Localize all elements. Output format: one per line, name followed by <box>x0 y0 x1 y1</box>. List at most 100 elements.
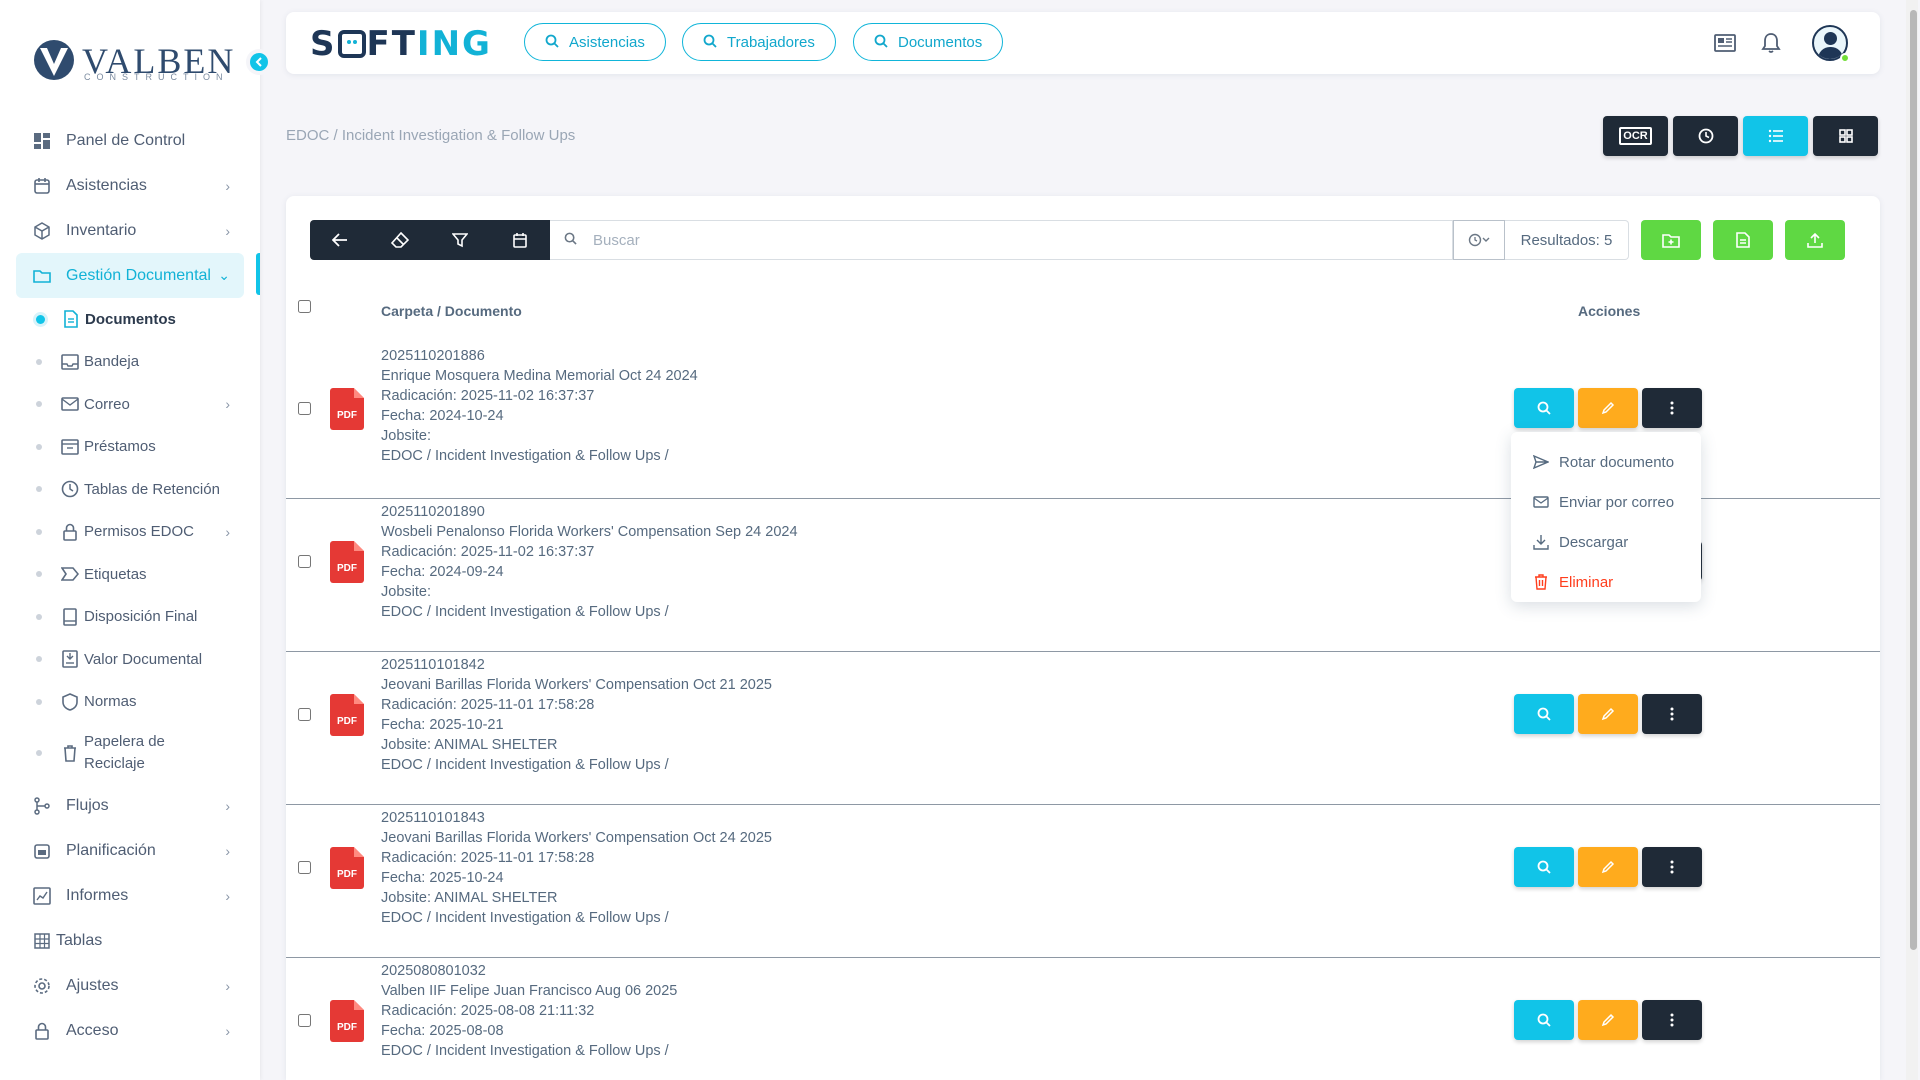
row-checkbox[interactable] <box>298 1014 311 1027</box>
pencil-icon <box>1601 860 1615 874</box>
document-fecha: Fecha: 2024-10-24 <box>381 408 504 424</box>
row-checkbox[interactable] <box>298 402 311 415</box>
new-document-button[interactable] <box>1713 220 1773 260</box>
sidebar-subitem-papelera[interactable]: Papelera de Reciclaje <box>36 723 244 783</box>
search-input[interactable] <box>593 231 1293 249</box>
edit-document-button[interactable] <box>1578 847 1638 887</box>
softing-logo[interactable]: S FTING <box>310 24 492 64</box>
sidebar-subitem-tablas-retencion[interactable]: Tablas de Retención <box>36 468 244 511</box>
upload-button[interactable] <box>1785 220 1845 260</box>
clear-filters-button[interactable] <box>370 220 430 260</box>
more-options-button[interactable] <box>1642 847 1702 887</box>
pencil-icon <box>1601 707 1615 721</box>
sidebar-item-planificacion[interactable]: Planificación › <box>16 828 244 873</box>
sidebar-item-informes[interactable]: Informes › <box>16 873 244 918</box>
view-document-button[interactable] <box>1514 847 1574 887</box>
more-options-button[interactable] <box>1642 388 1702 428</box>
scrollbar-thumb[interactable] <box>1910 10 1917 950</box>
sidebar-subitem-disposicion-final[interactable]: Disposición Final <box>36 596 244 639</box>
edit-document-button[interactable] <box>1578 1000 1638 1040</box>
search-history-dropdown[interactable] <box>1453 220 1505 260</box>
mail-icon <box>1533 496 1549 508</box>
document-code[interactable]: 2025080801032 <box>381 961 677 981</box>
back-button[interactable] <box>310 220 370 260</box>
view-document-button[interactable] <box>1514 694 1574 734</box>
view-document-button[interactable] <box>1514 1000 1574 1040</box>
sidebar-subitem-correo[interactable]: Correo › <box>36 383 244 426</box>
bullet <box>36 314 45 324</box>
view-document-button[interactable] <box>1514 388 1574 428</box>
bullet <box>36 443 42 450</box>
download-box-icon <box>60 649 80 669</box>
document-fecha: Fecha: 2025-10-21 <box>381 717 504 733</box>
sidebar-subitem-documentos[interactable]: Documentos <box>36 298 244 341</box>
sidebar-item-acceso[interactable]: Acceso › <box>16 1008 244 1053</box>
results-count: Resultados: 5 <box>1505 220 1629 260</box>
search-icon <box>1537 401 1551 415</box>
sidebar-subitem-prestamos[interactable]: Préstamos <box>36 426 244 469</box>
filter-icon <box>452 233 468 248</box>
document-code[interactable]: 2025110201886 <box>381 346 698 366</box>
sidebar-item-gestion-documental[interactable]: Gestión Documental ⌄ <box>16 253 260 298</box>
list-view-button[interactable] <box>1743 116 1808 156</box>
menu-item-descargar[interactable]: Descargar <box>1511 522 1701 562</box>
document-code[interactable]: 2025110201890 <box>381 502 798 522</box>
grid-view-button[interactable] <box>1813 116 1878 156</box>
row-checkbox[interactable] <box>298 861 311 874</box>
sidebar-item-label: Asistencias <box>66 176 147 194</box>
sidebar-item-inventario[interactable]: Inventario › <box>16 208 244 253</box>
sidebar-subitem-bandeja[interactable]: Bandeja <box>36 341 244 384</box>
toolbar-action-group <box>310 220 550 260</box>
row-checkbox[interactable] <box>298 555 311 568</box>
row-checkbox[interactable] <box>298 708 311 721</box>
quick-documentos-button[interactable]: Documentos <box>853 23 1004 61</box>
sidebar-subitem-valor-documental[interactable]: Valor Documental <box>36 638 244 681</box>
menu-item-eliminar[interactable]: Eliminar <box>1511 562 1701 602</box>
select-all-checkbox[interactable] <box>298 300 311 313</box>
document-fecha: Fecha: 2025-10-24 <box>381 870 504 886</box>
menu-item-rotar-documento[interactable]: Rotar documento <box>1511 442 1701 482</box>
sidebar-subitem-label: Correo <box>84 395 130 413</box>
company-logo[interactable]: VALBEN CONSTRUCTION <box>32 36 233 86</box>
sidebar-subitem-etiquetas[interactable]: Etiquetas <box>36 553 244 596</box>
chevron-right-icon: › <box>225 797 230 814</box>
quick-asistencias-button[interactable]: Asistencias <box>524 23 666 61</box>
sidebar-subitem-label: Documentos <box>85 310 176 328</box>
more-options-button[interactable] <box>1642 694 1702 734</box>
sidebar-item-label: Ajustes <box>66 976 119 994</box>
menu-item-enviar-por-correo[interactable]: Enviar por correo <box>1511 482 1701 522</box>
more-options-button[interactable] <box>1642 1000 1702 1040</box>
sidebar-subitem-label: Bandeja <box>84 353 140 371</box>
sidebar-item-panel-de-control[interactable]: Panel de Control <box>16 118 244 163</box>
filter-button[interactable] <box>430 220 490 260</box>
sidebar-item-label: Tablas <box>56 931 103 949</box>
news-icon[interactable] <box>1712 30 1738 56</box>
sidebar-item-asistencias[interactable]: Asistencias › <box>16 163 244 208</box>
document-code[interactable]: 2025110101842 <box>381 655 772 675</box>
sidebar-item-ajustes[interactable]: Ajustes › <box>16 963 244 1008</box>
sidebar-item-tablas[interactable]: Tablas <box>16 918 244 963</box>
document-jobsite: Jobsite: <box>381 428 431 444</box>
history-button[interactable] <box>1673 116 1738 156</box>
quick-link-label: Trabajadores <box>727 33 815 51</box>
sidebar-subitem-label: Tablas de Retención <box>84 480 220 498</box>
ocr-button[interactable]: OCR <box>1603 116 1668 156</box>
document-radicacion: Radicación: 2025-11-01 17:58:28 <box>381 697 595 713</box>
dashboard-icon <box>32 131 52 151</box>
mail-icon <box>60 394 80 414</box>
sidebar-subitem-permisos-edoc[interactable]: Permisos EDOC › <box>36 511 244 554</box>
valben-logo-icon <box>34 40 74 80</box>
document-code[interactable]: 2025110101843 <box>381 808 772 828</box>
bell-icon[interactable] <box>1758 30 1784 56</box>
quick-trabajadores-button[interactable]: Trabajadores <box>682 23 836 61</box>
document-path: EDOC / Incident Investigation & Follow U… <box>381 604 669 620</box>
new-folder-button[interactable] <box>1641 220 1701 260</box>
file-text-icon <box>1736 232 1750 248</box>
sidebar-item-flujos[interactable]: Flujos › <box>16 783 244 828</box>
date-filter-button[interactable] <box>490 220 550 260</box>
document-meta: 2025110201890 Wosbeli Penalonso Florida … <box>381 502 798 622</box>
edit-document-button[interactable] <box>1578 694 1638 734</box>
edit-document-button[interactable] <box>1578 388 1638 428</box>
sidebar-subitem-normas[interactable]: Normas <box>36 681 244 724</box>
collapse-sidebar-button[interactable] <box>246 49 272 75</box>
